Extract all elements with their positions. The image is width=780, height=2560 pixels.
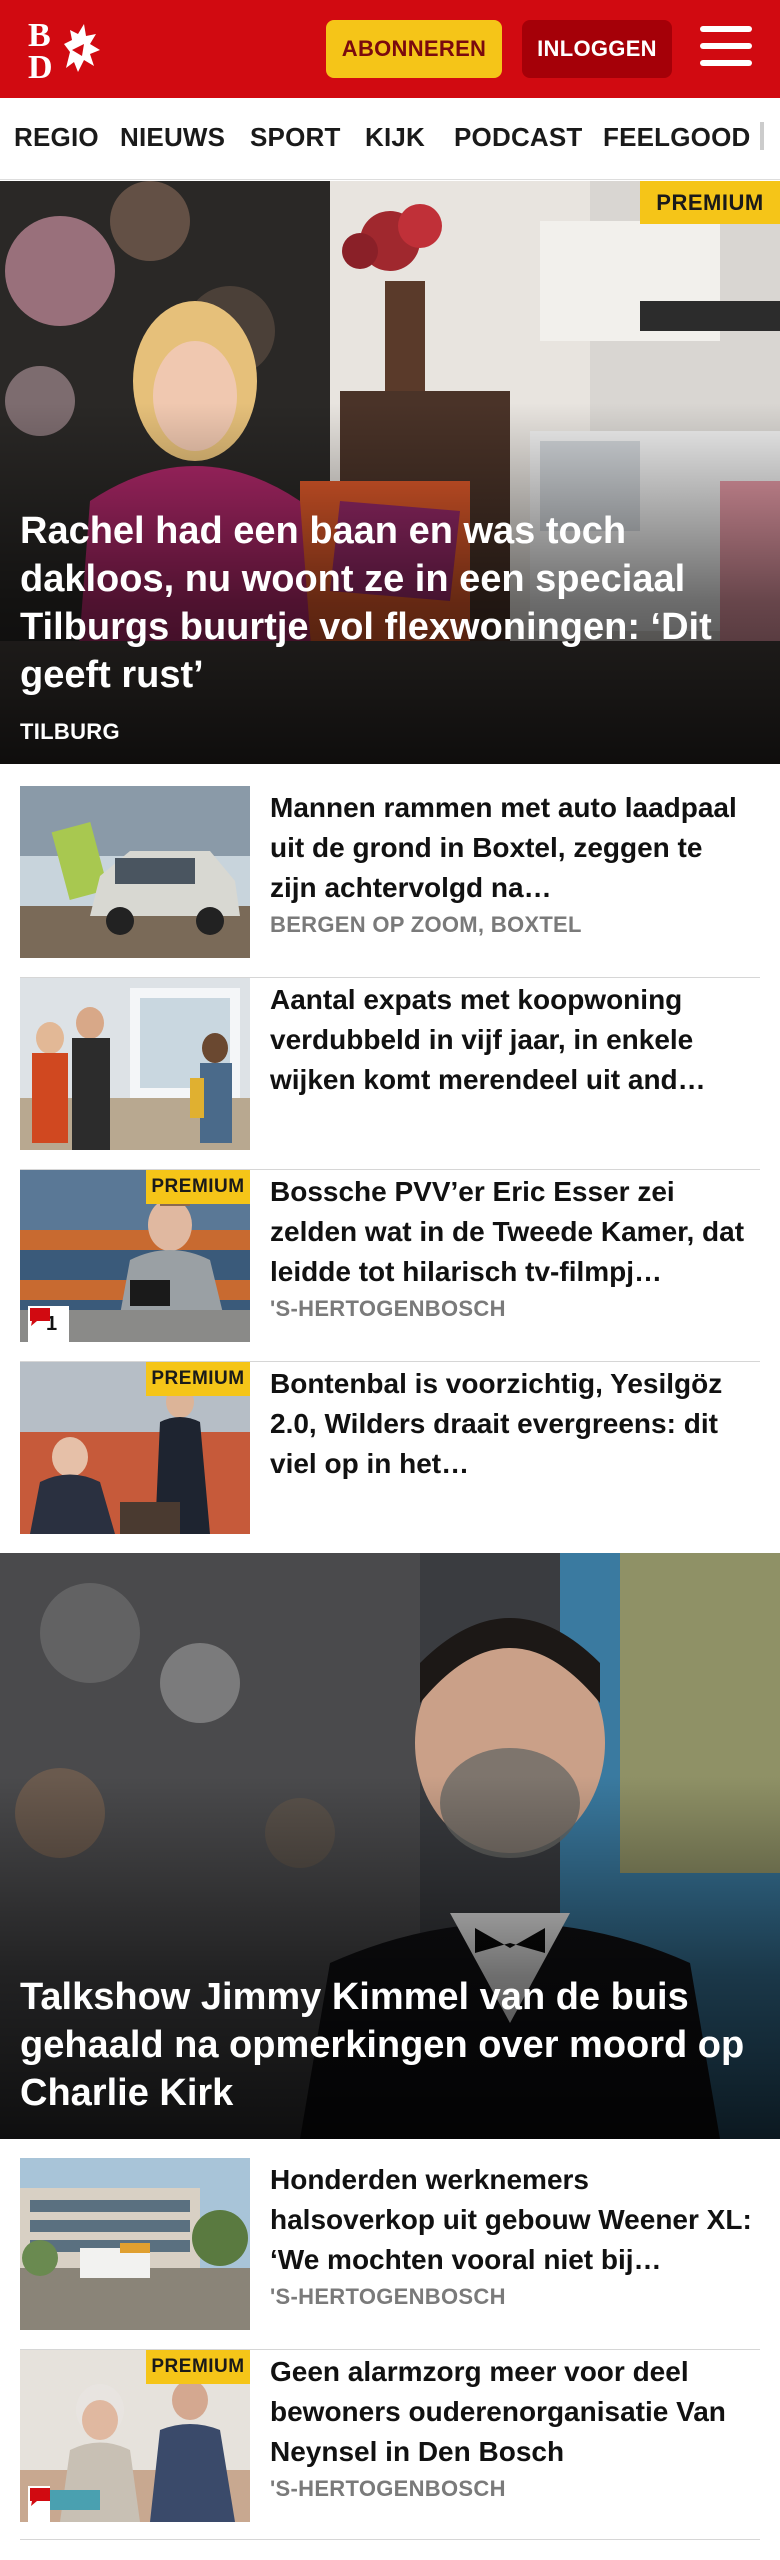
article-location: 'S-HERTOGENBOSCH: [270, 1296, 506, 1321]
article-thumbnail: PREMIUM: [20, 2350, 250, 2522]
list-item[interactable]: PREMIUM Geen alarmzorg meer voor deel be…: [20, 2350, 760, 2540]
premium-badge: PREMIUM: [146, 2350, 250, 2384]
article-thumbnail: PREMIUM: [20, 1362, 250, 1534]
login-button[interactable]: INLOGGEN: [522, 20, 672, 78]
comment-count[interactable]: [28, 2486, 50, 2522]
bd-logo[interactable]: B D: [26, 16, 114, 86]
hero-headline[interactable]: Talkshow Jimmy Kimmel van de buis gehaal…: [20, 1973, 765, 2117]
svg-text:D: D: [28, 49, 53, 82]
premium-badge: PREMIUM: [146, 1170, 250, 1204]
article-headline[interactable]: Bontenbal is voorzichtig, Yesilgöz 2.0, …: [270, 1364, 755, 1484]
list-item[interactable]: PREMIUM 1 Bossche PVV’er Eric Esser zei …: [20, 1170, 760, 1362]
nav-overflow-indicator: [760, 122, 764, 150]
article-thumbnail: [20, 978, 250, 1150]
nav-item-podcast[interactable]: PODCAST: [454, 122, 583, 153]
section-nav: REGIO NIEUWS SPORT KIJK PODCAST FEELGOOD: [0, 98, 780, 180]
nav-item-nieuws[interactable]: NIEUWS: [120, 122, 225, 153]
nav-item-regio[interactable]: REGIO: [14, 122, 99, 153]
subscribe-button[interactable]: ABONNEREN: [326, 20, 502, 78]
article-thumbnail: [20, 2158, 250, 2330]
list-item[interactable]: Mannen rammen met auto laadpaal uit de g…: [20, 786, 760, 978]
hero-headline[interactable]: Rachel had een baan en was toch dakloos,…: [20, 507, 765, 699]
premium-badge: PREMIUM: [146, 1362, 250, 1396]
list-item[interactable]: Honderden werknemers halsoverkop uit geb…: [20, 2158, 760, 2350]
comment-icon: [30, 2488, 50, 2506]
hero-location: TILBURG: [20, 719, 120, 744]
premium-badge: PREMIUM: [640, 181, 780, 224]
comment-count[interactable]: 1: [28, 1306, 70, 1342]
article-headline[interactable]: Aantal expats met koopwoning verdubbeld …: [270, 980, 755, 1100]
article-thumbnail: [20, 786, 250, 958]
hero-article-kimmel[interactable]: Talkshow Jimmy Kimmel van de buis gehaal…: [0, 1553, 780, 2139]
article-headline[interactable]: Mannen rammen met auto laadpaal uit de g…: [270, 788, 755, 908]
article-headline[interactable]: Geen alarmzorg meer voor deel bewoners o…: [270, 2352, 755, 2472]
hamburger-menu-icon[interactable]: [700, 26, 752, 72]
article-thumbnail: PREMIUM 1: [20, 1170, 250, 1342]
article-location: 'S-HERTOGENBOSCH: [270, 2476, 506, 2501]
nav-item-kijk[interactable]: KIJK: [365, 122, 425, 153]
article-headline[interactable]: Honderden werknemers halsoverkop uit geb…: [270, 2160, 755, 2280]
article-location: 'S-HERTOGENBOSCH: [270, 2284, 506, 2309]
list-item[interactable]: PREMIUM Bontenbal is voorzichtig, Yesilg…: [20, 1362, 760, 1554]
article-location: BERGEN OP ZOOM, BOXTEL: [270, 912, 582, 937]
site-header: B D ABONNEREN INLOGGEN: [0, 0, 780, 98]
comment-icon: [30, 1308, 50, 1326]
nav-item-sport[interactable]: SPORT: [250, 122, 341, 153]
hero-article-rachel[interactable]: PREMIUM Rachel had een baan en was toch …: [0, 181, 780, 764]
list-item[interactable]: Aantal expats met koopwoning verdubbeld …: [20, 978, 760, 1170]
nav-item-feelgood[interactable]: FEELGOOD: [603, 122, 751, 153]
article-headline[interactable]: Bossche PVV’er Eric Esser zei zelden wat…: [270, 1172, 755, 1292]
